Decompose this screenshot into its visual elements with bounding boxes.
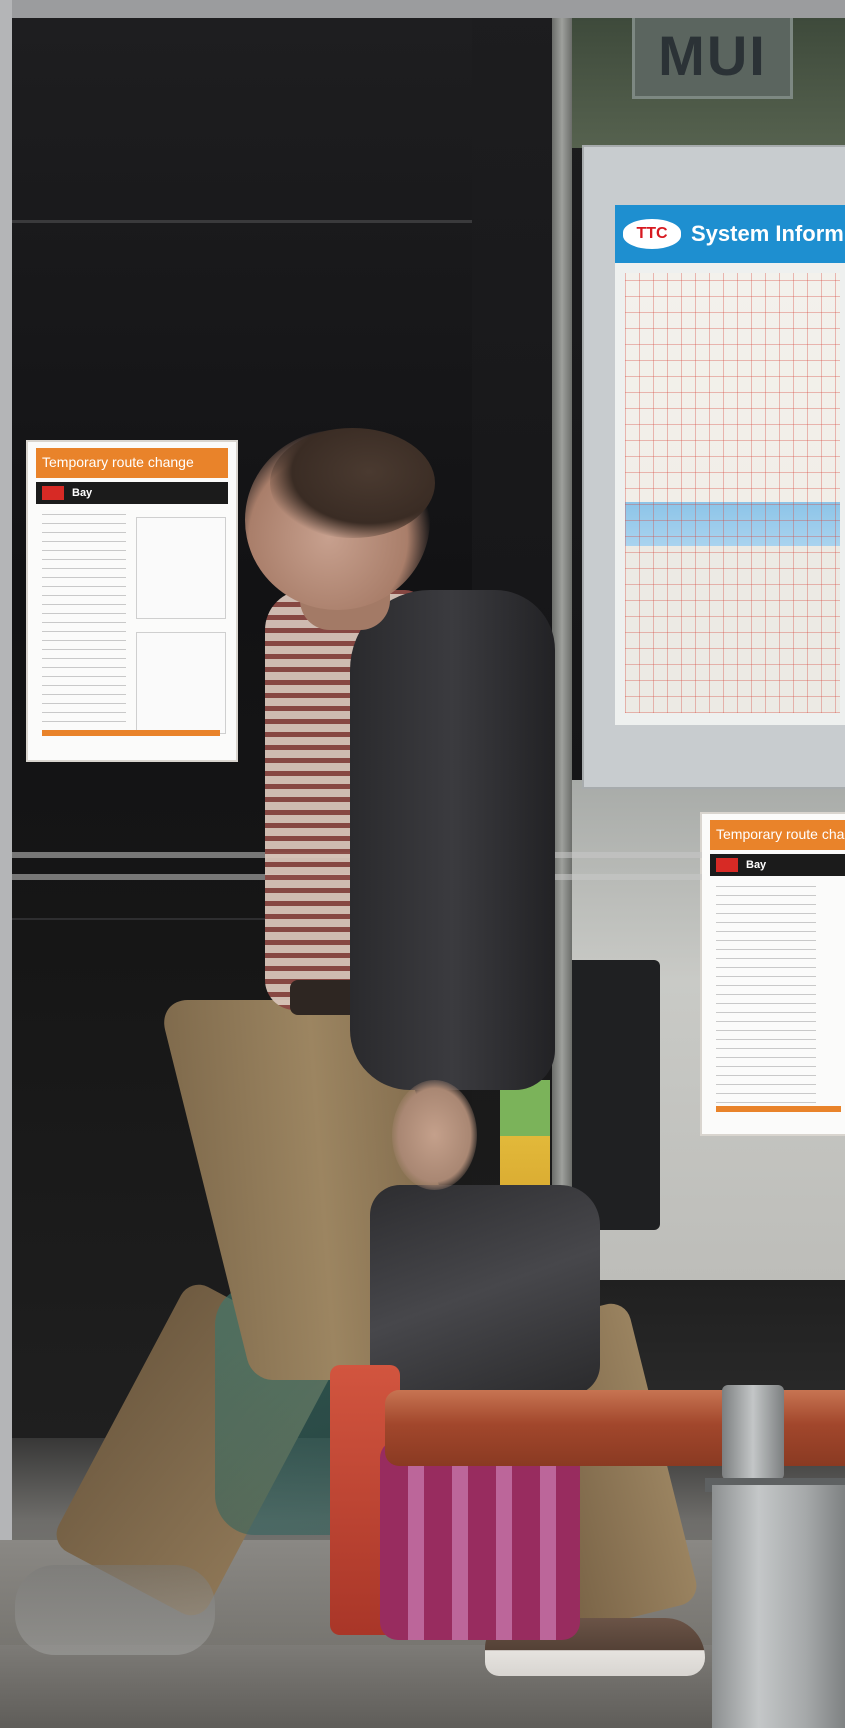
bench-clamp: [722, 1385, 784, 1480]
pink-patterned-bag: [380, 1440, 580, 1640]
system-map-poster: TTC System Inform: [615, 205, 845, 725]
notice-footer: [42, 730, 220, 736]
ttc-logo-icon: TTC: [623, 219, 681, 249]
notice-text: [716, 886, 816, 1106]
system-map: [625, 273, 840, 713]
route-change-notice-right: Temporary route change Bay: [700, 812, 845, 1136]
pane-divider-lower: [12, 918, 272, 920]
trash-bin: [712, 1485, 845, 1728]
route-change-notice-left: Temporary route change Bay: [26, 440, 238, 762]
notice-route-bar: Bay: [36, 482, 228, 504]
notice-route: Bay: [72, 487, 93, 499]
notice-text: [42, 514, 126, 734]
person-hair: [270, 428, 435, 538]
shelter-frame-top: [0, 0, 845, 18]
person-jacket: [350, 590, 555, 1090]
route-badge-icon: [42, 486, 64, 500]
notice-route: Bay: [746, 859, 767, 871]
notice-route-bar: Bay: [710, 854, 845, 876]
route-badge-icon: [716, 858, 738, 872]
person-hand: [392, 1080, 477, 1190]
map-header: TTC System Inform: [615, 205, 845, 263]
bus-shelter-photo: MUI TTC System Inform Temporary route ch…: [0, 0, 845, 1728]
notice-footer: [716, 1106, 841, 1112]
pane-divider: [12, 220, 472, 223]
notice-header: Temporary route change: [36, 448, 228, 478]
shelter-frame-left: [0, 0, 12, 1728]
store-sign: MUI: [632, 15, 793, 99]
notice-map-top: [136, 517, 226, 619]
notice-header: Temporary route change: [710, 820, 845, 850]
dark-shopping-bag: [370, 1185, 600, 1395]
person-back-shoe: [15, 1565, 215, 1655]
map-title: System Inform: [691, 221, 844, 246]
notice-map-bottom: [136, 632, 226, 734]
